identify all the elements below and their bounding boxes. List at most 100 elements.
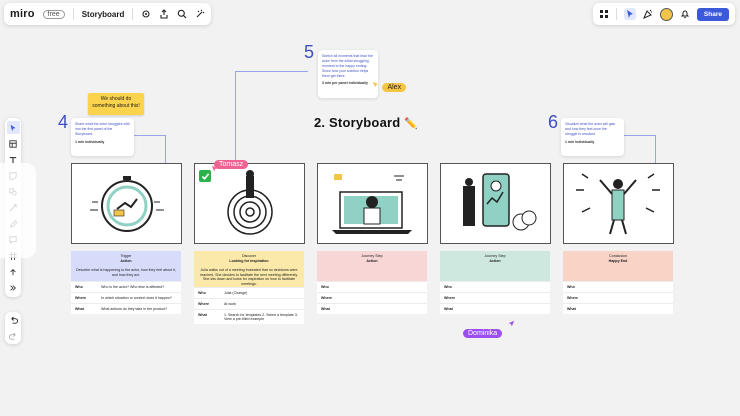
card-step-title: Action [366, 258, 378, 263]
row-value[interactable] [470, 307, 546, 311]
row-value[interactable]: Julia (Change) [224, 291, 300, 295]
storyboard-frame-1[interactable] [71, 163, 182, 244]
timebox-text: 3 min per panel individually [322, 81, 368, 86]
row-label: What [75, 307, 84, 311]
card-row-what: What [440, 303, 550, 314]
row-value[interactable] [347, 296, 423, 300]
card-header: Discover Looking for inspiration Julia w… [194, 251, 304, 287]
row-label: Who [198, 291, 206, 295]
cursor-label: Tomasz [214, 160, 249, 169]
storyboard-frame-2[interactable] [194, 163, 305, 244]
row-value[interactable] [347, 285, 423, 289]
row-value[interactable] [470, 285, 546, 289]
instruction-bubble-4[interactable]: Share what the actor struggles with into… [71, 118, 134, 156]
instruction-bubble-6[interactable]: Visualize what the actor will gain and h… [561, 118, 624, 156]
timebox-text: 1 min individually [565, 139, 595, 144]
row-value[interactable] [470, 296, 546, 300]
board-section-title[interactable]: 2. Storyboard ✏️ [314, 115, 418, 130]
card-step-label: Trigger [120, 254, 132, 258]
card-step-label: Discover [242, 254, 256, 258]
checkmark-icon [199, 170, 211, 182]
row-value[interactable] [593, 307, 669, 311]
cursor-arrow-icon [372, 81, 379, 88]
apps-icon[interactable] [599, 9, 609, 19]
stopwatch-illustration [90, 176, 164, 232]
row-value[interactable]: What actions do they take in the product… [101, 307, 177, 311]
row-label: What [567, 307, 576, 311]
step-number-4: 4 [58, 112, 69, 132]
row-label: Where [444, 296, 455, 300]
storyboard-card-5[interactable]: Conclusion Happy End Who Where What [563, 251, 673, 314]
redo-icon[interactable] [8, 332, 18, 341]
cursor-label: Dominika [463, 329, 503, 338]
card-row-where: Where [563, 292, 673, 303]
storyboard-card-1[interactable]: Trigger Action Describe what is happenin… [71, 251, 181, 314]
settings-icon[interactable] [141, 9, 151, 19]
cursor-arrow-icon [508, 320, 515, 327]
step-number-6: 6 [548, 112, 559, 132]
instruction-text: Share what the actor struggles with into… [75, 122, 130, 136]
row-value[interactable]: Who is the actor? Who else is affected? [101, 285, 177, 289]
storyboard-card-4[interactable]: Journey Step Action Who Where What [440, 251, 550, 314]
storyboard-card-2[interactable]: Discover Looking for inspiration Julia w… [194, 251, 304, 324]
magic-icon[interactable] [195, 9, 205, 19]
card-row-who: Who Who is the actor? Who else is affecte… [71, 281, 181, 292]
board-name[interactable]: Storyboard [82, 10, 125, 19]
row-value[interactable]: In which situation or context does it ha… [101, 296, 177, 300]
miro-logo[interactable]: miro [10, 8, 35, 20]
card-row-what: What 1. Search for templates 2. Select a … [194, 309, 304, 324]
card-step-label: Journey Step [484, 254, 506, 258]
templates-tool-icon[interactable] [7, 137, 20, 150]
row-value[interactable]: At work [224, 302, 300, 306]
row-value[interactable] [347, 307, 423, 311]
collaborator-cursor-alex: Alex [372, 76, 407, 94]
history-toolbar [5, 312, 21, 344]
cursor-mode-icon[interactable] [623, 8, 636, 20]
storyboard-frame-5[interactable] [563, 163, 674, 244]
search-icon[interactable] [177, 9, 187, 19]
card-header: Conclusion Happy End [563, 251, 673, 281]
row-value[interactable]: 1. Search for templates 2. Select a temp… [224, 313, 300, 321]
card-row-who: Who Julia (Change) [194, 287, 304, 298]
divider [72, 8, 74, 20]
select-tool-icon[interactable] [6, 121, 20, 134]
user-avatar[interactable] [659, 7, 673, 21]
card-step-title: Action [489, 258, 501, 263]
card-row-who: Who [440, 281, 550, 292]
row-label: Where [75, 296, 86, 300]
celebrate-icon[interactable] [642, 9, 653, 19]
card-step-label: Journey Step [361, 254, 383, 258]
more-tools-icon[interactable] [7, 281, 20, 294]
card-description: Julia walks out of a meeting frustrated … [200, 267, 298, 287]
export-icon[interactable] [159, 9, 169, 19]
share-button[interactable]: Share [696, 7, 729, 21]
card-row-where: Where At work [194, 298, 304, 309]
row-label: What [198, 313, 207, 317]
storyboard-card-3[interactable]: Journey Step Action Who Where What [317, 251, 427, 314]
storyboard-frame-4[interactable] [440, 163, 551, 244]
card-row-who: Who [563, 281, 673, 292]
row-label: Where [198, 302, 209, 306]
connector-line [235, 71, 308, 164]
card-description: Describe what is happening to the actor,… [76, 267, 176, 277]
card-row-who: Who [317, 281, 427, 292]
sticky-note[interactable]: We should do something about this! [88, 93, 144, 115]
plan-badge[interactable]: free [42, 9, 65, 19]
card-row-what: What What actions do they take in the pro… [71, 303, 181, 314]
card-step-title: Happy End [608, 258, 628, 263]
offscreen-panel [0, 163, 36, 258]
top-right-toolbar: Share [592, 3, 735, 25]
card-header: Trigger Action Describe what is happenin… [71, 251, 181, 281]
card-header: Journey Step Action [440, 251, 550, 281]
row-label: Who [444, 285, 452, 289]
instruction-text: Visualize what the actor will gain and h… [565, 122, 616, 136]
row-value[interactable] [593, 285, 669, 289]
notifications-icon[interactable] [680, 9, 690, 19]
card-row-what: What [563, 303, 673, 314]
cursor-label: Alex [382, 83, 407, 92]
instruction-bubble-5[interactable]: Sketch all moments that lead the actor f… [318, 50, 378, 98]
storyboard-frame-3[interactable] [317, 163, 428, 244]
undo-icon[interactable] [9, 316, 18, 325]
upload-tool-icon[interactable] [7, 265, 20, 278]
row-value[interactable] [593, 296, 669, 300]
